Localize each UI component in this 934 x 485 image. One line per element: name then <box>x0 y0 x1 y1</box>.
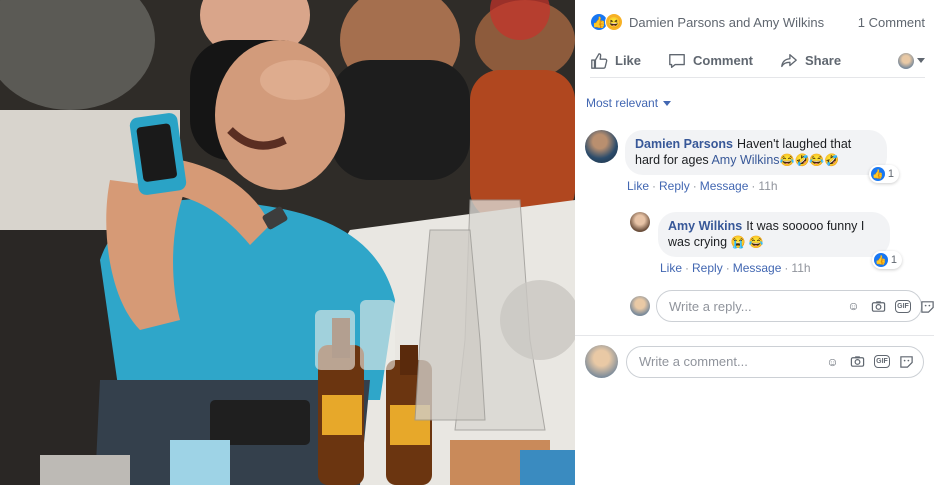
chevron-down-icon <box>917 58 925 63</box>
post-photo[interactable] <box>0 0 575 485</box>
comment-input-box[interactable]: ☺ GIF <box>626 345 924 378</box>
comment-author[interactable]: Amy Wilkins <box>668 219 742 233</box>
comment-emojis: 😭 😂 <box>730 235 764 249</box>
reply-input-box[interactable]: ☺ GIF <box>656 290 934 322</box>
haha-icon[interactable]: 😆 <box>605 13 623 31</box>
thumbs-up-icon <box>591 52 608 69</box>
comment-bubble: Amy Wilkins It was sooooo funny I was cry… <box>658 212 902 269</box>
comment-input-icons: ☺ GIF <box>824 353 915 370</box>
comment-mention[interactable]: Amy Wilkins <box>711 153 779 167</box>
camera-icon[interactable] <box>870 298 887 315</box>
avatar[interactable] <box>585 130 618 163</box>
comment: Damien Parsons Haven't laughed that hard … <box>585 130 899 193</box>
comment-meta: Like · Reply · Message · 11h <box>660 261 811 275</box>
comment-time[interactable]: 11h <box>791 261 810 275</box>
share-button-label: Share <box>804 53 842 68</box>
comment-bubble: Damien Parsons Haven't laughed that hard … <box>625 130 899 183</box>
comment-reply-link[interactable]: Reply <box>659 179 690 193</box>
comment-like-count[interactable]: 👍 1 <box>871 251 902 269</box>
like-button-label: Like <box>615 53 642 68</box>
comment-message-link[interactable]: Message <box>733 261 782 275</box>
like-count-value: 1 <box>887 168 894 180</box>
sticker-icon[interactable] <box>919 298 934 315</box>
actor-selector[interactable] <box>898 52 925 69</box>
comment-reply-link[interactable]: Reply <box>692 261 723 275</box>
comment-composer: ☺ GIF <box>585 345 924 378</box>
comment-emojis: 😂🤣😂🤣 <box>779 153 840 167</box>
comment-message-link[interactable]: Message <box>700 179 749 193</box>
like-count-value: 1 <box>890 254 897 266</box>
comment-button[interactable]: Comment <box>668 52 753 70</box>
like-button[interactable]: Like <box>590 52 641 70</box>
gif-icon[interactable]: GIF <box>874 355 890 368</box>
comments-panel: 👍 😆 Damien Parsons and Amy Wilkins 1 Com… <box>575 0 934 485</box>
comment-sort-dropdown[interactable]: Most relevant <box>586 96 672 110</box>
reactions-summary: 👍 😆 Damien Parsons and Amy Wilkins 1 Com… <box>590 12 925 32</box>
avatar <box>630 296 650 316</box>
comment-like-link[interactable]: Like <box>660 261 682 275</box>
reply-comment: Amy Wilkins It was sooooo funny I was cry… <box>630 212 902 275</box>
share-button[interactable]: Share <box>780 52 841 70</box>
reply-composer: ☺ GIF <box>630 290 934 322</box>
camera-icon[interactable] <box>849 353 866 370</box>
avatar[interactable] <box>630 212 650 232</box>
comment-icon <box>669 53 685 68</box>
like-icon: 👍 <box>870 167 885 181</box>
reply-input[interactable] <box>669 298 845 314</box>
reaction-names[interactable]: Damien Parsons and Amy Wilkins <box>629 15 824 30</box>
post-actions: Like Comment Share <box>590 44 925 78</box>
sticker-icon[interactable] <box>898 353 915 370</box>
comment-like-count[interactable]: 👍 1 <box>868 165 899 183</box>
comment-time[interactable]: 11h <box>758 179 777 193</box>
emoji-icon[interactable]: ☺ <box>845 298 862 315</box>
comment-count[interactable]: 1 Comment <box>858 15 925 30</box>
sort-label: Most relevant <box>586 96 659 110</box>
comment-meta: Like · Reply · Message · 11h <box>627 179 778 193</box>
divider <box>575 335 934 336</box>
avatar <box>585 345 618 378</box>
comment-input[interactable] <box>639 354 824 369</box>
share-icon <box>781 53 797 67</box>
actor-avatar <box>898 52 914 69</box>
emoji-icon[interactable]: ☺ <box>824 353 841 370</box>
reply-input-icons: ☺ GIF <box>845 298 934 315</box>
comment-button-label: Comment <box>693 53 753 68</box>
chevron-down-icon <box>663 100 672 106</box>
gif-icon[interactable]: GIF <box>895 299 911 313</box>
party-photo-illustration <box>0 0 575 485</box>
comment-like-link[interactable]: Like <box>627 179 649 193</box>
like-icon: 👍 <box>873 253 888 267</box>
comment-author[interactable]: Damien Parsons <box>635 137 733 151</box>
